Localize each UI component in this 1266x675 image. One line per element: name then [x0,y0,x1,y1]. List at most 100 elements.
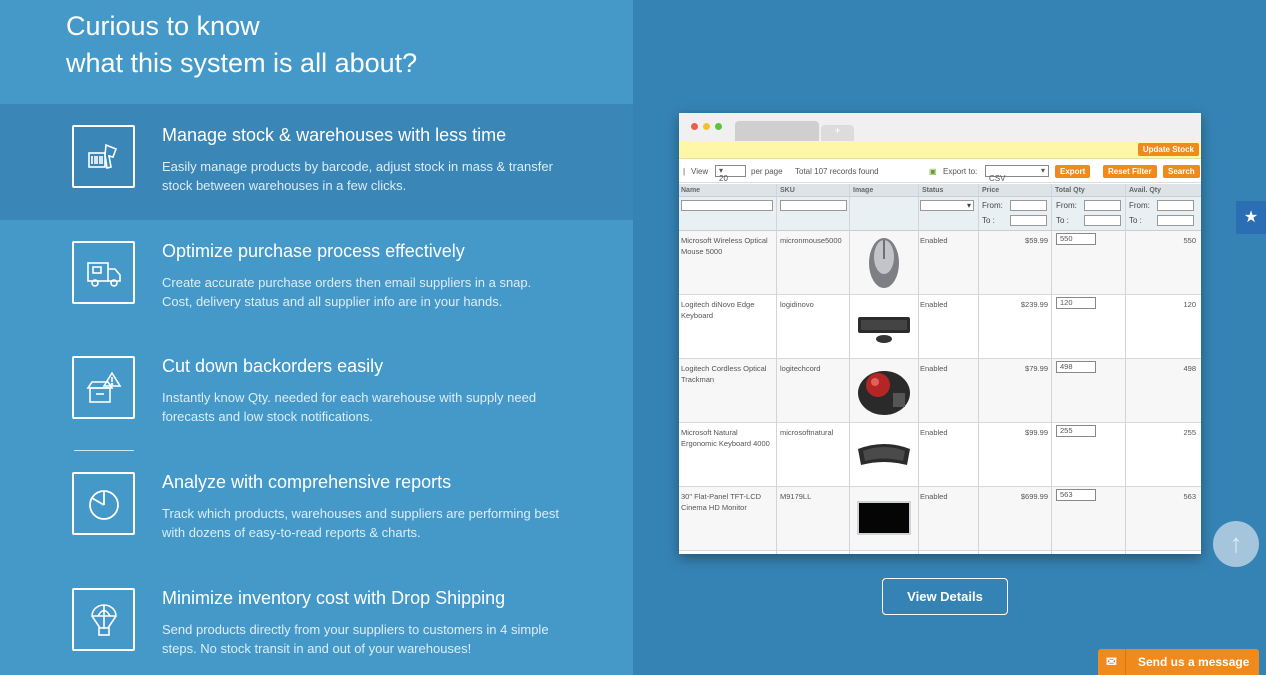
col-avail-qty[interactable]: Avail. Qty [1129,187,1161,194]
column-divider [776,184,777,554]
export-to-label: Export to: [943,167,978,176]
avail-qty: 120 [1183,300,1196,309]
star-icon[interactable]: ★ [1236,201,1266,234]
total-qty-input[interactable]: 255 [1056,425,1096,437]
qty-from-input[interactable] [1084,200,1121,211]
avail-from-input[interactable] [1157,200,1194,211]
search-button[interactable]: Search [1163,165,1200,178]
total-qty-input[interactable]: 120 [1056,297,1096,309]
avail-qty: 255 [1183,428,1196,437]
avail-to-label: To : [1129,216,1142,225]
avail-to-input[interactable] [1157,215,1194,226]
feature-title: Analyze with comprehensive reports [162,472,452,492]
export-format-select[interactable]: CSV ▾ [985,165,1049,183]
feature-backorders[interactable]: Cut down backorders easily Instantly kno… [0,335,633,451]
col-price[interactable]: Price [982,187,999,194]
table-row[interactable]: 30" Flat-Panel TFT-LCD Cinema HD Monitor… [679,487,1201,551]
total-qty-input[interactable]: 563 [1056,489,1096,501]
feature-stock[interactable]: Manage stock & warehouses with less time… [0,104,633,220]
price-to-input[interactable] [1010,215,1047,226]
col-status[interactable]: Status [922,187,943,194]
table-body: Microsoft Wireless Optical Mouse 5000 mi… [679,231,1201,551]
column-divider [918,184,919,554]
table-row[interactable]: Logitech diNovo Edge Keyboard logidinovo… [679,295,1201,359]
arrow-up-icon: ↑ [1229,528,1243,558]
update-stock-button[interactable]: Update Stock [1137,143,1199,156]
column-divider [978,184,979,554]
col-name[interactable]: Name [681,187,700,194]
table-row[interactable]: Microsoft Wireless Optical Mouse 5000 mi… [679,231,1201,295]
product-status: Enabled [920,236,948,245]
product-status: Enabled [920,492,948,501]
product-price: $79.99 [1025,364,1048,373]
price-to-label: To : [982,216,995,225]
monitor-image [853,490,915,548]
new-tab-icon: + [821,125,854,141]
product-price: $699.99 [1020,492,1048,501]
table-header: Name SKU Image Status Price Total Qty Av… [679,184,1201,197]
product-status: Enabled [920,364,948,373]
feature-reports[interactable]: Analyze with comprehensive reports Track… [0,451,633,567]
table-row[interactable]: Microsoft Natural Ergonomic Keyboard 400… [679,423,1201,487]
export-format-value: CSV [989,174,1006,183]
col-sku[interactable]: SKU [780,187,795,194]
product-name: Microsoft Natural Ergonomic Keyboard 400… [681,428,770,448]
price-from-input[interactable] [1010,200,1047,211]
send-message-button[interactable]: ✉ Send us a message [1098,649,1259,675]
export-button[interactable]: Export [1055,165,1091,178]
minimize-dot-icon [703,123,710,130]
product-status: Enabled [920,300,948,309]
browser-tab [735,121,819,141]
title-line-1: Curious to know [66,11,260,41]
avail-qty: 498 [1183,364,1196,373]
trackball-image [853,362,915,420]
avail-qty: 563 [1183,492,1196,501]
action-bar: Update Stock [679,141,1201,159]
send-message-label: Send us a message [1138,655,1250,669]
product-sku: microsoftnatural [780,428,834,437]
feature-purchase[interactable]: Optimize purchase process effectively Cr… [0,220,633,336]
view-details-button[interactable]: View Details [882,578,1008,615]
sku-filter-input[interactable] [780,200,847,211]
product-table: Name SKU Image Status Price Total Qty Av… [679,184,1201,551]
pie-chart-icon [72,472,135,535]
page-title: Curious to know what this system is all … [66,8,417,82]
feature-description: Track which products, warehouses and sup… [162,506,559,540]
ergo-keyboard-image [853,426,915,484]
name-filter-input[interactable] [681,200,773,211]
product-grid-screenshot: + Update Stock | View 20 ▾ per page Tota… [679,113,1201,554]
price-from-label: From: [982,201,1003,210]
close-dot-icon [691,123,698,130]
product-name: Microsoft Wireless Optical Mouse 5000 [681,236,768,256]
feature-title: Manage stock & warehouses with less time [162,125,507,145]
total-qty-input[interactable]: 550 [1056,233,1096,245]
col-total-qty[interactable]: Total Qty [1055,187,1085,194]
avail-qty: 550 [1183,236,1196,245]
product-sku: logitechcord [780,364,821,373]
barcode-scanner-icon [72,125,135,188]
feature-description: Create accurate purchase orders then ema… [162,275,532,309]
table-row[interactable]: Logitech Cordless Optical Trackman logit… [679,359,1201,423]
grid-toolbar: | View 20 ▾ per page Total 107 records f… [679,159,1201,183]
product-sku: M9179LL [780,492,812,501]
column-divider [1125,184,1126,554]
column-divider [1051,184,1052,554]
product-name: 30" Flat-Panel TFT-LCD Cinema HD Monitor [681,492,762,512]
product-price: $59.99 [1025,236,1048,245]
view-select[interactable]: 20 ▾ [715,165,746,183]
maximize-dot-icon [715,123,722,130]
total-qty-input[interactable]: 498 [1056,361,1096,373]
product-sku: logidinovo [780,300,814,309]
status-filter-select[interactable]: ▾ [920,200,974,211]
product-price: $239.99 [1020,300,1048,309]
box-warning-icon [72,356,135,419]
parachute-box-icon [72,588,135,651]
qty-to-input[interactable] [1084,215,1121,226]
keyboard-image [853,298,915,356]
scroll-to-top-button[interactable]: ↑ [1213,521,1259,567]
title-line-2: what this system is all about? [66,48,418,78]
reset-filter-button[interactable]: Reset Filter [1103,165,1157,178]
filter-row: ▾ From: To : From: To : From: To : [679,197,1201,231]
feature-description: Instantly know Qty. needed for each ware… [162,390,537,424]
feature-dropship[interactable]: Minimize inventory cost with Drop Shippi… [0,567,633,675]
